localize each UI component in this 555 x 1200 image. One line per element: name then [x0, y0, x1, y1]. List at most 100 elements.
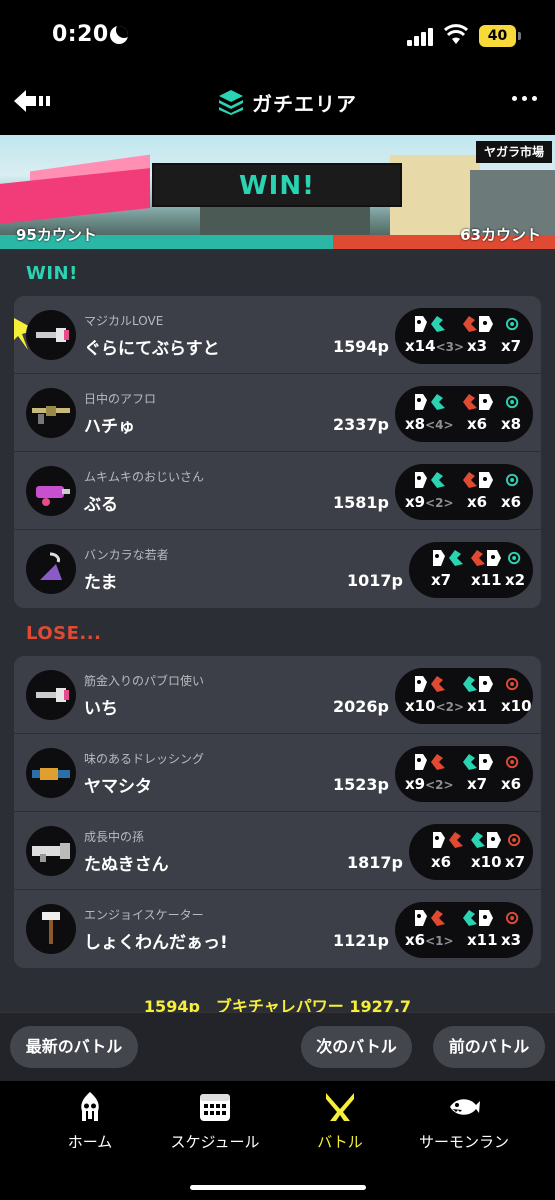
next-battle-button[interactable]: 次のバトル [301, 1026, 412, 1068]
player-stats: x7 x11 x2 [409, 542, 533, 598]
prev-battle-button[interactable]: 前のバトル [433, 1026, 545, 1068]
player-points: 1017p [347, 571, 403, 590]
charger-weapon-icon-avatar [26, 388, 76, 438]
player-row[interactable]: 味のあるドレッシングヤマシタ 1523p x9<2> x7 x6 [14, 734, 541, 812]
death-count: x7 [467, 775, 488, 793]
player-stats: x6 x10 x7 [409, 824, 533, 880]
player-name: たぬきさん [84, 855, 169, 875]
special-count: x8 [501, 415, 522, 433]
death-icon [463, 316, 493, 332]
tab-bar: ホーム スケジュール バトル サーモンラン [0, 1081, 555, 1200]
moon-icon [110, 26, 128, 44]
player-row[interactable]: マジカルLOVE ぐらにてぶらすと 1594p x14<3> x3 x7 [14, 296, 541, 374]
kill-value: x14 [405, 337, 436, 355]
kill-icon [415, 676, 445, 692]
kill-count: x10<2> [405, 697, 464, 715]
special-count: x6 [501, 775, 522, 793]
player-row[interactable]: ムキムキのおじいさんぶる 1581p x9<2> x6 x6 [14, 452, 541, 530]
kill-icon [415, 754, 445, 770]
kill-count: x9<2> [405, 775, 454, 793]
death-icon [471, 550, 501, 566]
special-count: x7 [501, 337, 522, 355]
assist-value: <1> [425, 934, 454, 948]
death-count: x6 [467, 415, 488, 433]
kill-icon [433, 550, 463, 566]
home-indicator [190, 1185, 366, 1190]
status-bar: 0:20 40 [0, 0, 555, 72]
player-byname: 成長中の孫 [84, 830, 145, 844]
special-count: x7 [505, 853, 526, 871]
win-team-panel: マジカルLOVE ぐらにてぶらすと 1594p x14<3> x3 x7 日中のアフロ ハチゅ… [14, 296, 541, 608]
assist-value: <4> [425, 418, 454, 432]
player-row[interactable]: エンジョイスケーター しょくわんだぁっ! 1121p x6<1> x11 x3 [14, 890, 541, 968]
roller-weapon-icon-avatar [26, 904, 76, 954]
back-arrow-icon[interactable] [14, 90, 50, 112]
banner-scenery-building [390, 155, 480, 235]
splat-zones-icon [219, 90, 243, 115]
death-icon [463, 754, 493, 770]
player-name: ぶる [84, 495, 118, 515]
page-title: ガチエリア [252, 91, 357, 116]
kill-count: x6<1> [405, 931, 454, 949]
splatling-weapon-icon-avatar [26, 748, 76, 798]
player-row[interactable]: 筋金入りのパブロ使い いち 2026p x10<2> x1 x10 [14, 656, 541, 734]
kill-count: x6 [431, 853, 451, 871]
brush-weapon-icon [36, 328, 69, 342]
assist-value: <3> [435, 340, 465, 354]
kill-count: x7 [431, 571, 451, 589]
shooter-weapon-icon-avatar [26, 466, 76, 516]
special-count: x10 [501, 697, 532, 715]
player-points: 1817p [347, 853, 403, 872]
kill-icon [433, 832, 463, 848]
player-name: ヤマシタ [84, 777, 152, 797]
death-icon [463, 676, 493, 692]
tab-salmon-run[interactable]: サーモンラン [404, 1091, 524, 1152]
player-points: 1581p [333, 493, 389, 512]
player-byname: 筋金入りのパブロ使い [84, 674, 205, 688]
kill-value: x6 [405, 931, 426, 949]
death-count: x1 [467, 697, 488, 715]
player-name: たま [84, 573, 118, 593]
battle-nav-bar: 最新のバトル 次のバトル 前のバトル [0, 1012, 555, 1081]
tab-label: ホーム [67, 1133, 113, 1151]
player-byname: 日中のアフロ [84, 392, 157, 406]
battle-detail: WIN! マジカルLOVE ぐらにてぶらすと 1594p x14<3> x3 x7 日中のア… [0, 249, 555, 1081]
lose-team-panel: 筋金入りのパブロ使い いち 2026p x10<2> x1 x10 味のあるドレッシング ヤマ… [14, 656, 541, 968]
special-icon [505, 911, 519, 925]
squid-icon [81, 1092, 99, 1121]
player-points: 1523p [333, 775, 389, 794]
player-stats: x10<2> x1 x10 [395, 668, 533, 724]
more-options-icon[interactable] [512, 96, 538, 104]
player-row[interactable]: 日中のアフロ ハチゅ 2337p x8<4> x6 x8 [14, 374, 541, 452]
death-count: x11 [471, 571, 502, 589]
player-byname: ムキムキのおじいさん [84, 470, 205, 484]
roller-weapon-icon [42, 912, 60, 944]
player-byname: 味のあるドレッシング [84, 752, 205, 766]
player-stats: x14<3> x3 x7 [395, 308, 533, 364]
player-name: しょくわんだぁっ! [84, 933, 228, 953]
tab-schedule[interactable]: スケジュール [155, 1091, 275, 1152]
special-count: x3 [501, 931, 522, 949]
player-row[interactable]: バンカラな若者 たま 1017p x7 x11 x2 [14, 530, 541, 608]
tab-home[interactable]: ホーム [30, 1091, 150, 1152]
brella-weapon-icon [40, 552, 62, 580]
player-byname: バンカラな若者 [84, 548, 169, 562]
latest-battle-button[interactable]: 最新のバトル [10, 1026, 138, 1068]
cellular-signal-icon [407, 28, 435, 46]
player-stats: x8<4> x6 x8 [395, 386, 533, 442]
assist-value: <2> [435, 700, 465, 714]
player-row[interactable]: 成長中の孫たぬきさん 1817p x6 x10 x7 [14, 812, 541, 890]
death-count: x3 [467, 337, 488, 355]
kill-value: x10 [405, 697, 436, 715]
lose-team-label: LOSE... [26, 623, 102, 644]
tab-battle[interactable]: バトル [280, 1091, 400, 1152]
assist-value: <2> [425, 496, 454, 510]
death-count: x11 [467, 931, 498, 949]
calendar-icon [200, 1094, 230, 1121]
kill-value: x9 [405, 775, 426, 793]
special-icon [505, 473, 519, 487]
player-stats: x9<2> x6 x6 [395, 464, 533, 520]
kill-count: x9<2> [405, 493, 454, 511]
blaster-weapon-icon [32, 843, 70, 862]
special-icon [507, 833, 521, 847]
